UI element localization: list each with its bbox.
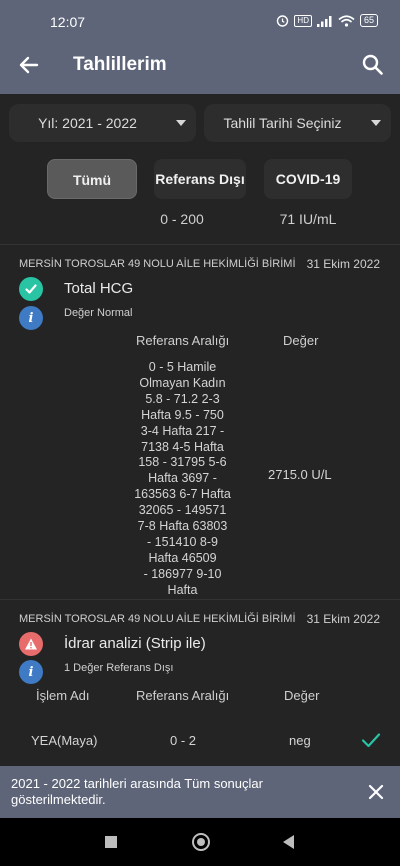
network-badge: HD bbox=[294, 14, 312, 27]
card-institution: MERSİN TOROSLAR 49 NOLU AİLE HEKİMLİĞİ B… bbox=[19, 258, 296, 270]
check-circle-icon bbox=[19, 277, 43, 301]
recents-icon[interactable] bbox=[105, 836, 117, 848]
test-name: İdrar analizi (Strip ile) bbox=[64, 635, 206, 652]
nav-back-icon[interactable] bbox=[283, 835, 294, 849]
row-test-name: YEA(Maya) bbox=[31, 733, 98, 748]
search-icon[interactable] bbox=[360, 52, 386, 78]
test-status: Değer Normal bbox=[64, 307, 133, 319]
result-value: 2715.0 U/L bbox=[268, 467, 332, 482]
column-header-value: Değer bbox=[284, 688, 320, 703]
test-status: 1 Değer Referans Dışı bbox=[64, 662, 174, 674]
status-icons: HD 65 bbox=[276, 14, 378, 27]
battery-indicator: 65 bbox=[359, 14, 378, 27]
status-bar: 12:07 HD 65 bbox=[0, 0, 400, 38]
info-icon[interactable]: i bbox=[19, 306, 43, 330]
column-header-reference: Referans Aralığı bbox=[136, 688, 230, 703]
column-header-reference: Referans Aralığı bbox=[136, 333, 230, 348]
date-dropdown[interactable]: Tahlil Tarihi Seçiniz bbox=[204, 104, 391, 142]
year-dropdown[interactable]: Yıl: 2021 - 2022 bbox=[9, 104, 196, 142]
app-bar: Tahlillerim bbox=[0, 38, 400, 94]
close-icon[interactable] bbox=[366, 782, 386, 802]
divider bbox=[0, 244, 400, 245]
row-reference: 0 - 2 bbox=[170, 733, 197, 748]
checkmark-icon bbox=[361, 733, 381, 748]
reference-range: 0 - 5 Hamile Olmayan Kadın 5.8 - 71.2 2-… bbox=[134, 360, 231, 597]
info-icon[interactable]: i bbox=[19, 660, 43, 684]
status-time: 12:07 bbox=[50, 14, 86, 30]
signal-icon bbox=[316, 15, 332, 27]
page-title: Tahlillerim bbox=[73, 54, 167, 75]
chip-all[interactable]: Tümü bbox=[47, 159, 137, 199]
chip-out-of-range[interactable]: Referans Dışı bbox=[154, 159, 246, 199]
home-icon[interactable] bbox=[192, 833, 210, 851]
chevron-down-icon bbox=[371, 120, 381, 126]
snackbar-message: 2021 - 2022 tarihleri arasında Tüm sonuç… bbox=[11, 776, 263, 807]
divider bbox=[0, 599, 400, 600]
snackbar: 2021 - 2022 tarihleri arasında Tüm sonuç… bbox=[0, 766, 400, 818]
test-name: Total HCG bbox=[64, 280, 134, 297]
chip-covid[interactable]: COVID-19 bbox=[264, 159, 352, 199]
chip-sub-out-of-range: 0 - 200 bbox=[160, 211, 204, 227]
chevron-down-icon bbox=[176, 120, 186, 126]
card-date: 31 Ekim 2022 bbox=[306, 257, 380, 271]
year-dropdown-label: Yıl: 2021 - 2022 bbox=[38, 115, 137, 131]
back-arrow-icon[interactable] bbox=[16, 52, 42, 78]
chip-sub-covid: 71 IU/mL bbox=[279, 211, 337, 227]
column-header-name: İşlem Adı bbox=[36, 688, 90, 703]
row-value: neg bbox=[289, 733, 311, 748]
card-date: 31 Ekim 2022 bbox=[306, 612, 380, 626]
card-institution: MERSİN TOROSLAR 49 NOLU AİLE HEKİMLİĞİ B… bbox=[19, 613, 296, 625]
date-dropdown-label: Tahlil Tarihi Seçiniz bbox=[223, 115, 342, 131]
alarm-icon bbox=[277, 15, 289, 27]
warning-icon bbox=[19, 632, 43, 656]
system-nav-bar bbox=[0, 818, 400, 866]
column-header-value: Değer bbox=[283, 333, 319, 348]
wifi-icon bbox=[338, 14, 355, 27]
main-content: Yıl: 2021 - 2022 Tahlil Tarihi Seçiniz T… bbox=[0, 94, 400, 766]
